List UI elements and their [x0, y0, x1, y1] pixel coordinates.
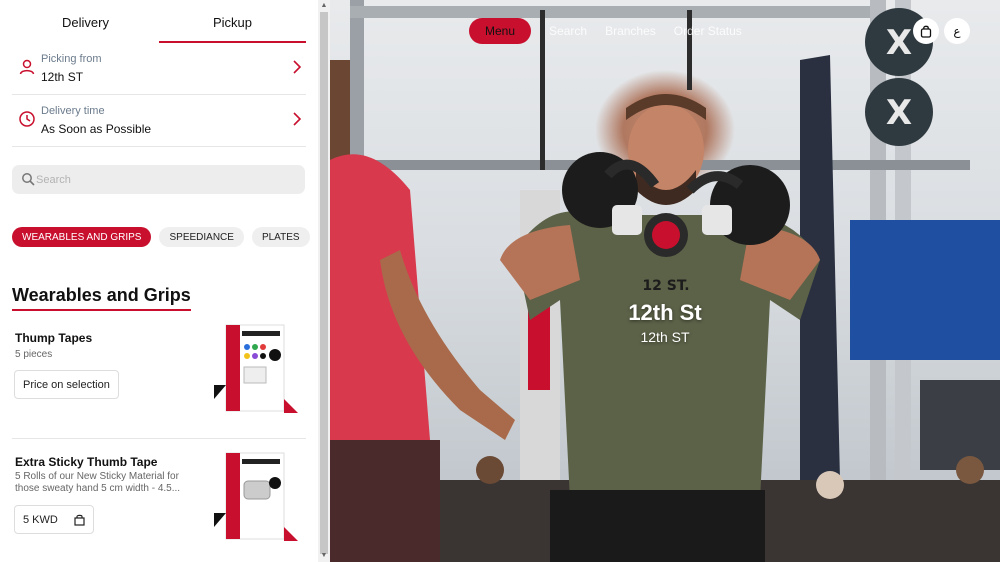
- tab-delivery[interactable]: Delivery: [12, 0, 159, 44]
- scroll-up-arrow[interactable]: ▲: [320, 2, 328, 10]
- delivery-time-row[interactable]: Delivery time As Soon as Possible: [12, 97, 306, 147]
- search-icon: [22, 173, 35, 186]
- clock-icon: [19, 111, 35, 127]
- product-item[interactable]: Extra Sticky Thumb Tape 5 Rolls of our N…: [12, 451, 306, 562]
- delivery-time-label: Delivery time: [41, 105, 105, 117]
- section-title: Wearables and Grips: [12, 285, 191, 311]
- hero-photo: X X 12 ST.: [330, 0, 1000, 562]
- price-button[interactable]: Price on selection: [14, 370, 119, 399]
- add-to-cart-button[interactable]: 5 KWD: [14, 505, 94, 534]
- svg-text:X: X: [886, 23, 912, 63]
- svg-text:X: X: [886, 93, 912, 133]
- scrollbar-thumb[interactable]: [320, 12, 328, 554]
- scrollbar[interactable]: ▲ ▼: [318, 0, 330, 562]
- shopping-bag-icon: [74, 514, 85, 526]
- search-input[interactable]: [36, 165, 296, 194]
- tab-pickup[interactable]: Pickup: [159, 0, 306, 44]
- svg-text:12 ST.: 12 ST.: [642, 278, 689, 294]
- branch-title: 12th St: [628, 300, 702, 325]
- product-description: 5 Rolls of our New Sticky Material for t…: [15, 471, 181, 494]
- language-toggle-button[interactable]: ع: [944, 18, 970, 44]
- product-price: 5 KWD: [23, 513, 58, 526]
- nav-order-status-link[interactable]: Order Status: [674, 24, 742, 38]
- chevron-right-icon: [293, 112, 302, 126]
- top-nav: Menu Search Branches Order Status: [469, 18, 742, 44]
- category-chip-wearables[interactable]: WEARABLES AND GRIPS: [12, 227, 152, 247]
- product-name: Thump Tapes: [15, 331, 93, 345]
- person-icon: [19, 59, 35, 75]
- category-chips: WEARABLES AND GRIPS SPEEDIANCE PLATES: [12, 227, 310, 247]
- product-description: 5 pieces: [15, 349, 53, 360]
- branch-subtitle: 12th ST: [640, 329, 690, 345]
- nav-branches-link[interactable]: Branches: [605, 24, 656, 38]
- picking-from-label: Picking from: [41, 53, 102, 65]
- category-chip-speediance[interactable]: SPEEDIANCE: [159, 227, 244, 247]
- cart-button[interactable]: [913, 18, 939, 44]
- picking-from-value: 12th ST: [41, 70, 84, 84]
- fulfillment-tabs: Delivery Pickup: [12, 0, 306, 44]
- product-item[interactable]: Thump Tapes 5 pieces Price on selection: [12, 323, 306, 439]
- search-box: [12, 165, 305, 194]
- shopping-bag-icon: [920, 25, 932, 38]
- picking-from-row[interactable]: Picking from 12th ST: [12, 45, 306, 95]
- product-image: [214, 451, 298, 545]
- category-chip-plates[interactable]: PLATES: [251, 227, 310, 247]
- product-image: [214, 323, 298, 417]
- hero-banner: X X 12 ST. Menu Search Branches Order St…: [330, 0, 1000, 562]
- scroll-down-arrow[interactable]: ▼: [320, 552, 328, 560]
- nav-search-link[interactable]: Search: [549, 24, 587, 38]
- product-price: Price on selection: [23, 378, 110, 391]
- delivery-time-value: As Soon as Possible: [41, 122, 152, 136]
- nav-menu-button[interactable]: Menu: [469, 18, 532, 44]
- order-panel: Delivery Pickup Picking from 12th ST Del…: [0, 0, 318, 562]
- product-name: Extra Sticky Thumb Tape: [15, 455, 158, 469]
- chevron-right-icon: [293, 60, 302, 74]
